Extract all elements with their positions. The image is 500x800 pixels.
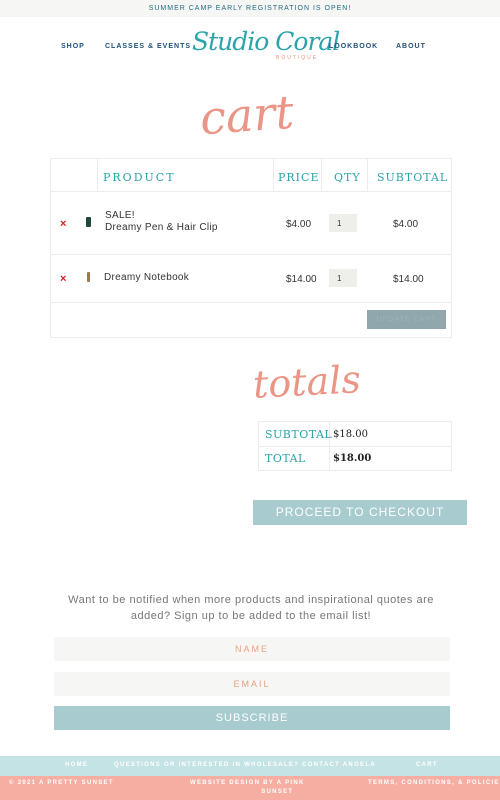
item-subtotal: $4.00 [393,219,419,230]
product-thumbnail[interactable] [87,272,90,282]
update-cart-button[interactable]: UPDATE CART [367,310,446,329]
sale-label: SALE! [105,210,135,221]
product-name[interactable]: SALE! Dreamy Pen & Hair Clip [105,210,218,234]
email-field[interactable] [54,672,450,696]
footer-link-wholesale[interactable]: QUESTIONS OR INTERESTED IN WHOLESALE? CO… [114,762,376,768]
design-credit-line: SUNSET [261,789,294,795]
table-divider [51,254,451,255]
footer-link-cart[interactable]: CART [416,762,438,768]
table-divider [51,302,451,303]
proceed-to-checkout-button[interactable]: PROCEED TO CHECKOUT [253,500,467,525]
remove-item-button[interactable]: × [60,218,66,230]
nav-classes-events[interactable]: CLASSES & EVENTS [105,43,191,50]
header-price: PRICE [278,171,320,184]
header-qty: QTY [334,171,361,184]
logo-script: Studio Coral [192,27,340,56]
subscribe-button[interactable]: SUBSCRIBE [54,706,450,730]
table-divider [321,159,322,192]
logo[interactable]: Studio Coral BOUTIQUE [192,27,340,67]
footer-link-home[interactable]: HOME [65,762,88,768]
design-credit-line: WEBSITE DESIGN BY A PINK [190,780,305,786]
cart-table: PRODUCT PRICE QTY SUBTOTAL × SALE! Dream… [50,158,452,338]
totals-title: totals [251,357,362,407]
footer-nav: HOME QUESTIONS OR INTERESTED IN WHOLESAL… [0,756,500,776]
table-divider [51,191,451,192]
signup-description: Want to be notified when more products a… [68,594,434,622]
product-thumbnail[interactable] [86,217,91,227]
nav-about[interactable]: ABOUT [396,43,426,50]
table-divider [97,159,98,192]
item-price: $4.00 [286,219,312,230]
quantity-input[interactable] [329,269,357,287]
footer-link-terms[interactable]: TERMS, CONDITIONS, & POLICIES [368,779,500,788]
table-divider [273,159,274,192]
announcement-bar: SUMMER CAMP EARLY REGISTRATION IS OPEN! [0,0,500,17]
subtotal-label: SUBTOTAL [265,428,333,441]
copyright: © 2021 A PRETTY SUNSET [9,780,114,786]
footer-bottom: © 2021 A PRETTY SUNSET WEBSITE DESIGN BY… [0,776,500,800]
design-credit[interactable]: WEBSITE DESIGN BY A PINK SUNSET [190,779,305,797]
cart-title: cart [198,84,296,146]
name-field[interactable] [54,637,450,661]
remove-item-button[interactable]: × [60,273,66,285]
nav-shop[interactable]: SHOP [61,43,85,50]
total-label: TOTAL [265,452,306,465]
totals-table: SUBTOTAL $18.00 TOTAL $18.00 [258,421,452,471]
header-product: PRODUCT [103,171,176,184]
nav-lookbook[interactable]: LOOKBOOK [329,43,378,50]
item-subtotal: $14.00 [393,274,424,285]
table-divider [259,446,451,447]
header-subtotal: SUBTOTAL [377,171,449,184]
product-title[interactable]: Dreamy Pen & Hair Clip [105,222,218,233]
table-divider [367,159,368,192]
subtotal-value: $18.00 [333,429,368,440]
item-price: $14.00 [286,274,317,285]
total-value: $18.00 [333,453,372,464]
logo-subtitle: BOUTIQUE [276,55,319,61]
quantity-input[interactable] [329,214,357,232]
product-title[interactable]: Dreamy Notebook [104,272,189,284]
